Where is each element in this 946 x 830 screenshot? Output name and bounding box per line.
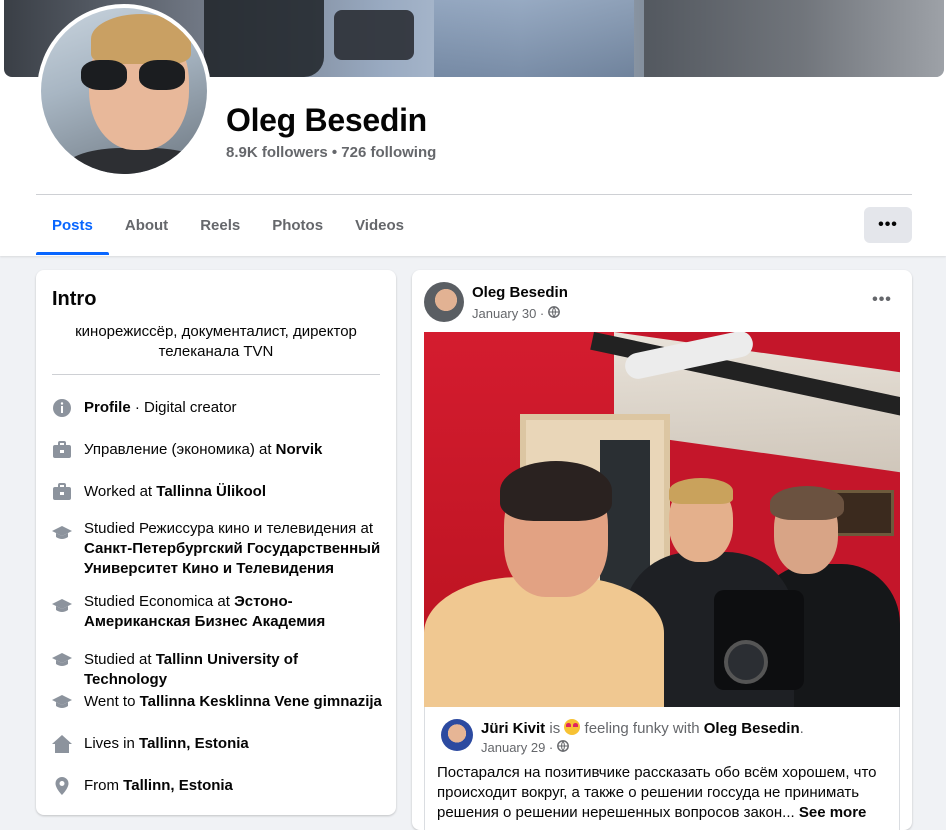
shared-post-header: Jüri Kivit is feeling funky with Oleg Be… (481, 719, 804, 737)
briefcase-icon (52, 482, 72, 502)
intro-title: Intro (52, 288, 97, 310)
intro-item-work-tallinna-prefix: Worked at (84, 483, 157, 500)
see-more-link[interactable]: See more (799, 804, 867, 821)
profile-header: Oleg Besedin 8.9K followers • 726 follow… (0, 0, 946, 256)
intro-card: Intro кинорежиссёр, документалист, дирек… (36, 270, 396, 815)
intro-item-profile-bold: Profile (84, 399, 131, 416)
post-card: Oleg Besedin January 30 · ••• Jüri Kivit… (412, 270, 912, 830)
intro-item-work-tallinna: Worked at Tallinna Ülikool (52, 482, 382, 502)
intro-item-study-spb-link[interactable]: Санкт-Петербургский Государственный Унив… (84, 540, 380, 577)
tab-videos[interactable]: Videos (339, 195, 420, 255)
intro-item-study-estonian-american: Studied Economica at Эстоно-Американская… (52, 592, 382, 632)
shared-post-text: Постарался на позитивчике рассказать обо… (437, 763, 889, 823)
shared-period: . (799, 720, 804, 737)
intro-item-from-prefix: From (84, 777, 124, 794)
profile-stats[interactable]: 8.9K followers • 726 following (226, 144, 436, 161)
intro-item-school-prefix: Went to (84, 693, 140, 710)
profile-name: Oleg Besedin (226, 102, 427, 138)
intro-divider (52, 374, 380, 375)
location-pin-icon (52, 776, 72, 796)
graduation-cap-icon (52, 596, 72, 616)
shared-author-avatar[interactable] (441, 719, 473, 751)
intro-item-from-link[interactable]: Tallinn, Estonia (123, 777, 233, 794)
shared-post-date: January 29 · (481, 740, 570, 755)
post-date: January 30 · (472, 306, 561, 321)
profile-tabs: Posts About Reels Photos Videos (36, 195, 420, 255)
intro-item-work-norvik-prefix: Управление (экономика) at (84, 441, 276, 458)
intro-item-from: From Tallinn, Estonia (52, 776, 382, 796)
shared-date-text[interactable]: January 29 · (481, 740, 553, 755)
intro-item-work-norvik-link[interactable]: Norvik (276, 441, 323, 458)
profile-avatar[interactable] (37, 4, 211, 178)
intro-item-study-taltech: Studied at Tallinn University of Technol… (52, 650, 382, 690)
post-author-name[interactable]: Oleg Besedin (472, 284, 568, 301)
graduation-cap-icon (52, 523, 72, 543)
globe-icon (548, 306, 561, 321)
post-photo[interactable] (424, 332, 900, 707)
home-icon (52, 734, 72, 754)
intro-item-lives-in-prefix: Lives in (84, 735, 140, 752)
intro-item-work-tallinna-link[interactable]: Tallinna Ülikool (156, 483, 266, 500)
shared-author-name[interactable]: Jüri Kivit (481, 720, 545, 737)
intro-item-study-spb: Studied Режиссура кино и телевидения at … (52, 519, 382, 579)
intro-item-study-taltech-prefix: Studied at (84, 651, 156, 668)
intro-item-profile: Profile · Digital creator (52, 398, 382, 418)
shared-is-text: is (545, 720, 565, 737)
info-icon (52, 398, 72, 418)
globe-icon (557, 740, 570, 755)
profile-more-button[interactable]: ••• (864, 207, 912, 243)
intro-item-lives-in: Lives in Tallinn, Estonia (52, 734, 382, 754)
intro-item-profile-suffix: · Digital creator (130, 399, 237, 416)
intro-item-lives-in-link[interactable]: Tallinn, Estonia (139, 735, 249, 752)
post-more-button[interactable]: ••• (864, 286, 900, 314)
heart-eyes-emoji-icon (564, 719, 581, 735)
shared-feeling-text: feeling funky with (580, 720, 704, 737)
intro-item-study-estonian-american-prefix: Studied Economica at (84, 593, 235, 610)
post-date-text[interactable]: January 30 · (472, 306, 544, 321)
briefcase-icon (52, 440, 72, 460)
tab-posts[interactable]: Posts (36, 195, 109, 255)
intro-item-study-spb-prefix: Studied Режиссура кино и телевидения at (84, 520, 373, 537)
post-author-avatar[interactable] (424, 282, 464, 322)
tab-about[interactable]: About (109, 195, 184, 255)
intro-item-school: Went to Tallinna Kesklinna Vene gimnazij… (52, 692, 382, 712)
shared-post: Jüri Kivit is feeling funky with Oleg Be… (424, 707, 900, 830)
graduation-cap-icon (52, 692, 72, 712)
tab-photos[interactable]: Photos (256, 195, 339, 255)
graduation-cap-icon (52, 650, 72, 670)
tab-reels[interactable]: Reels (184, 195, 256, 255)
intro-bio: кинорежиссёр, документалист, директор те… (75, 323, 357, 360)
shared-tagged-name[interactable]: Oleg Besedin (704, 720, 800, 737)
intro-item-work-norvik: Управление (экономика) at Norvik (52, 440, 382, 460)
intro-item-school-link[interactable]: Tallinna Kesklinna Vene gimnazija (140, 693, 382, 710)
